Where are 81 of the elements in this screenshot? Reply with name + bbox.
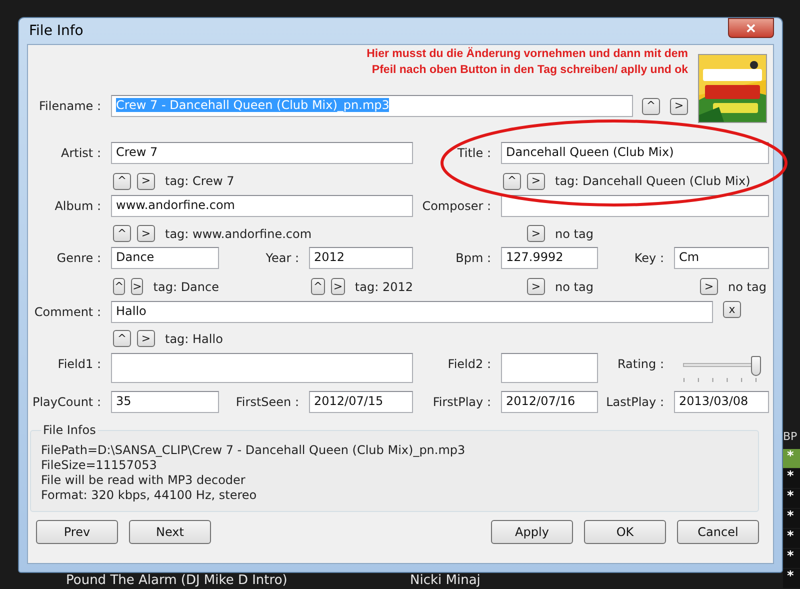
text-field[interactable]: Cm (674, 247, 769, 269)
field-label: Field2 : (448, 357, 492, 371)
read-tag-button[interactable]: > (137, 330, 155, 347)
info-line: FileSize=11157053 (41, 458, 158, 473)
tick-marks-icon (683, 378, 757, 383)
tag-text: tag: www.andorfine.com (165, 226, 312, 240)
write-tag-button[interactable]: ^ (113, 330, 131, 347)
field-label: Bpm : (456, 251, 492, 265)
text-field[interactable] (501, 353, 598, 383)
read-tag-button[interactable]: > (700, 278, 718, 295)
list-mark: * (783, 569, 800, 588)
tag-text: tag: Crew 7 (165, 174, 234, 188)
track-title: Pound The Alarm (DJ Mike D Intro) (66, 573, 288, 588)
text-field[interactable]: Dance (111, 247, 219, 269)
column-header: BP (783, 430, 798, 445)
field-label: Year : (266, 251, 300, 265)
read-tag-button[interactable]: > (137, 225, 155, 242)
info-line: File will be read with MP3 decoder (41, 473, 246, 488)
text-field[interactable] (111, 353, 413, 383)
info-line: Format: 320 kbps, 44100 Hz, stereo (41, 488, 258, 503)
write-tag-button[interactable]: ^ (113, 278, 126, 295)
read-tag-button[interactable]: > (527, 278, 545, 295)
write-tag-button[interactable]: ^ (113, 172, 131, 190)
text-field[interactable]: 2013/03/08 (674, 391, 769, 413)
field-label: FirstPlay : (432, 395, 492, 409)
field-label: Key : (634, 251, 665, 265)
field-label: LastPlay : (606, 395, 665, 409)
list-mark: * (783, 449, 800, 468)
apply-button[interactable]: Apply (491, 520, 573, 544)
tag-text: tag: Hallo (165, 332, 223, 346)
list-mark: * (783, 489, 800, 508)
tag-text: tag: 2012 (354, 280, 413, 294)
tag-text: tag: Dancehall Queen (Club Mix) (555, 174, 750, 188)
list-mark: * (783, 509, 800, 528)
field-label: PlayCount : (32, 395, 102, 409)
text-field[interactable]: 2012 (309, 247, 413, 269)
field-label: Comment : (34, 305, 102, 319)
text-field[interactable]: 2012/07/16 (501, 391, 598, 413)
field-label: Field1 : (58, 357, 102, 371)
tag-text: no tag (555, 226, 594, 240)
field-label: FirstSeen : (236, 395, 300, 409)
list-mark: * (783, 529, 800, 548)
text-field[interactable]: 127.9992 (501, 247, 598, 269)
field-label: Composer : (422, 199, 492, 213)
write-tag-button[interactable]: ^ (642, 98, 660, 114)
read-tag-button[interactable]: > (527, 225, 545, 242)
cancel-button[interactable]: Cancel (677, 520, 759, 544)
text-field[interactable]: Crew 7 (111, 142, 413, 164)
info-line: FilePath=D:\SANSA_CLIP\Crew 7 - Dancehall Queen (Club Mix)_pn.mp3 (41, 443, 466, 458)
field-label: Artist : (61, 146, 102, 160)
field-label: Title : (457, 146, 492, 160)
write-tag-button[interactable]: ^ (503, 172, 521, 190)
tag-text: no tag (728, 280, 766, 294)
read-tag-button[interactable]: > (330, 278, 345, 295)
write-tag-button[interactable]: ^ (311, 278, 325, 295)
tag-text: tag: Dance (153, 280, 219, 294)
list-mark: * (783, 469, 800, 488)
annotation-note: Hier musst du die Änderung vornehmen und dann mit dem Pfeil nach oben Button in den Tag schreiben/ aplly und ok (366, 46, 689, 78)
read-tag-button[interactable]: > (670, 98, 688, 114)
read-tag-button[interactable]: > (131, 278, 144, 295)
list-mark: * (783, 549, 800, 568)
clear-button[interactable]: x (723, 301, 741, 318)
read-tag-button[interactable]: > (137, 172, 155, 190)
text-field[interactable]: 2012/07/15 (309, 391, 413, 413)
tag-text: no tag (555, 280, 594, 294)
field-label: Genre : (56, 251, 102, 265)
ok-button[interactable]: OK (584, 520, 666, 544)
text-field[interactable]: 35 (111, 391, 219, 413)
prev-button[interactable]: Prev (36, 520, 118, 544)
text-field[interactable]: Dancehall Queen (Club Mix) (501, 142, 769, 164)
next-button[interactable]: Next (129, 520, 211, 544)
field-label: Rating : (617, 357, 665, 371)
window-title: File Info (28, 23, 84, 39)
text-field[interactable]: www.andorfine.com (111, 195, 413, 217)
write-tag-button[interactable]: ^ (113, 225, 131, 242)
group-title: File Infos (42, 423, 97, 437)
field-label: Filename : (38, 99, 102, 113)
field-label: Album : (54, 199, 102, 213)
track-artist: Nicki Minaj (410, 573, 482, 588)
read-tag-button[interactable]: > (527, 172, 545, 190)
text-field[interactable]: Hallo (111, 301, 713, 323)
